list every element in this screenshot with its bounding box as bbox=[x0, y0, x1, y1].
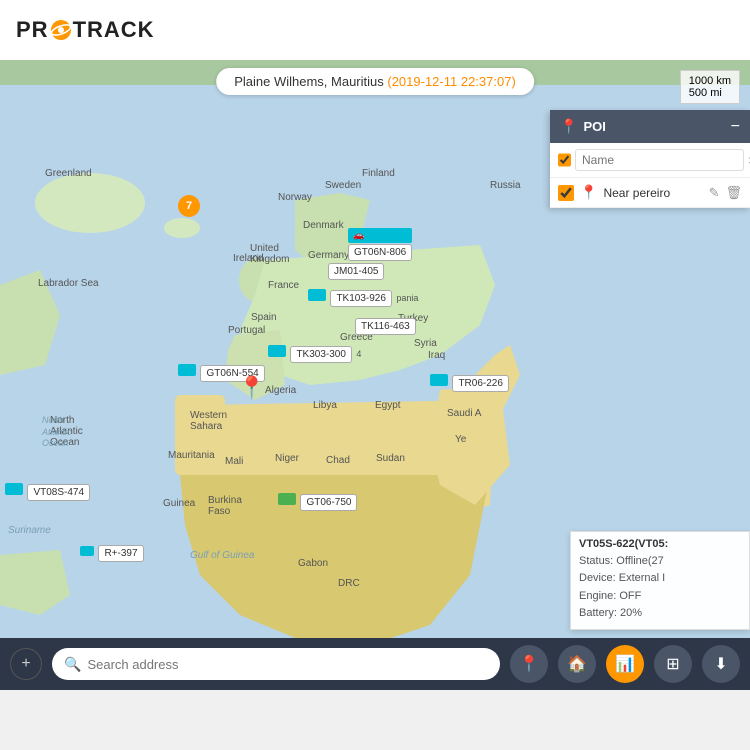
download-icon-button[interactable]: ⬇ bbox=[702, 645, 740, 683]
home-icon-button[interactable]: 🏠 bbox=[558, 645, 596, 683]
region-suriname: Suriname bbox=[8, 525, 51, 536]
region-gulfofguinea: Gulf of Guinea bbox=[190, 550, 254, 561]
atlantic-ocean-label: NorthAtlanticOcean bbox=[42, 415, 72, 450]
info-line-4: Battery: 20% bbox=[579, 605, 741, 623]
search-icon: 🔍 bbox=[64, 656, 81, 673]
red-pin-marker[interactable]: 📍 bbox=[238, 375, 265, 401]
info-line-1: Status: Offline(27 bbox=[579, 553, 741, 571]
vehicle-R-397[interactable]: R+-397 bbox=[80, 543, 144, 562]
vehicle-GT06-750[interactable]: GT06-750 bbox=[278, 492, 357, 511]
poi-item-row: 📍 Near pereiro ✎ 🗑 bbox=[550, 178, 750, 208]
location-bar: Plaine Wilhems, Mauritius (2019-12-11 22… bbox=[216, 68, 534, 95]
stats-icon-button[interactable]: 📊 bbox=[606, 645, 644, 683]
info-line-3: Engine: OFF bbox=[579, 588, 741, 606]
vehicle-GT06N-806[interactable]: 🚗 GT06N-806 bbox=[348, 228, 412, 261]
poi-header: 📍 POI − bbox=[550, 110, 750, 143]
poi-search-row: × + bbox=[550, 143, 750, 178]
poi-edit-button[interactable]: ✎ bbox=[709, 185, 720, 201]
logo: PR TRACK bbox=[16, 17, 155, 43]
vehicle-TK103-926[interactable]: TK103-926 pania bbox=[308, 288, 418, 307]
add-button[interactable]: + bbox=[10, 648, 42, 680]
app-header: PR TRACK bbox=[0, 0, 750, 60]
poi-checkbox[interactable] bbox=[558, 152, 571, 168]
info-popup: VT05S-622(VT05: Status: Offline(27 Devic… bbox=[570, 531, 750, 630]
scale-bar: 1000 km 500 mi bbox=[680, 70, 740, 104]
search-address-input[interactable] bbox=[87, 657, 488, 672]
poi-item-label: Near pereiro bbox=[603, 186, 702, 200]
poi-title-area: 📍 POI bbox=[560, 118, 606, 135]
poi-minimize-button[interactable]: − bbox=[731, 119, 740, 135]
poi-item-checkbox[interactable] bbox=[558, 185, 574, 201]
vehicle-VT08S-474[interactable]: VT08S-474 bbox=[5, 482, 90, 501]
cluster-badge-7[interactable]: 7 bbox=[178, 195, 200, 217]
map-container[interactable]: Plaine Wilhems, Mauritius (2019-12-11 22… bbox=[0, 60, 750, 690]
info-title: VT05S-622(VT05: bbox=[579, 538, 741, 550]
info-line-2: Device: External I bbox=[579, 570, 741, 588]
grid-icon-button[interactable]: ⊞ bbox=[654, 645, 692, 683]
location-icon-button[interactable]: 📍 bbox=[510, 645, 548, 683]
poi-panel: 📍 POI − × + 📍 Near pereiro ✎ 🗑 bbox=[550, 110, 750, 208]
vehicle-TK303-300[interactable]: TK303-300 4 bbox=[268, 344, 361, 363]
poi-delete-button[interactable]: 🗑 bbox=[725, 185, 742, 201]
poi-search-input[interactable] bbox=[575, 149, 744, 171]
location-datetime: (2019-12-11 22:37:07) bbox=[387, 74, 515, 89]
bottom-bar: + 🔍 📍 🏠 📊 ⊞ ⬇ bbox=[0, 638, 750, 690]
poi-pin-icon: 📍 bbox=[560, 118, 577, 135]
vehicle-TR06-226[interactable]: TR06-226 bbox=[430, 373, 509, 392]
poi-item-pin-icon: 📍 bbox=[580, 184, 597, 201]
poi-title: POI bbox=[583, 119, 605, 134]
search-address-bar[interactable]: 🔍 bbox=[52, 648, 500, 680]
location-name: Plaine Wilhems, Mauritius bbox=[234, 74, 384, 89]
logo-icon bbox=[50, 19, 72, 41]
